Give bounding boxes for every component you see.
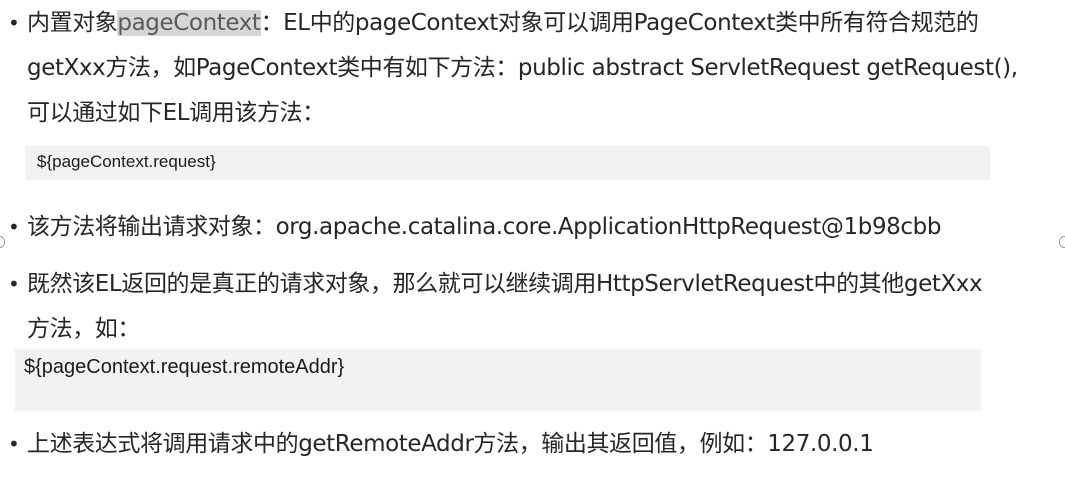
code-text: ${pageContext.request.remoteAddr} (24, 356, 345, 378)
bullet-marker: • (8, 272, 20, 296)
code-block-request: ${pageContext.request} (25, 146, 990, 180)
text-segment: 内置对象 (27, 10, 118, 36)
bullet-text-line-1: 既然该EL返回的是真正的请求对象，那么就可以继续调用HttpServletReq… (27, 271, 983, 297)
bullet-marker: • (8, 215, 20, 239)
code-block-remote-addr: ${pageContext.request.remoteAddr} (15, 349, 981, 411)
highlighted-term: pageContext (117, 10, 261, 36)
bullet-text-line-1: 上述表达式将调用请求中的getRemoteAddr方法，输出其返回值，例如：12… (27, 431, 874, 457)
right-edge-handle[interactable] (1059, 236, 1065, 248)
code-text: ${pageContext.request} (37, 152, 216, 171)
bullet-marker: • (8, 432, 20, 456)
text-segment: ：EL中的pageContext对象可以调用PageContext类中所有符合规… (260, 10, 979, 36)
bullet-text-line-1: 该方法将输出请求对象：org.apache.catalina.core.Appl… (27, 214, 942, 240)
bullet-text-line-2: getXxx方法，如PageContext类中有如下方法：public abst… (27, 55, 1018, 81)
document-page: • 内置对象pageContext：EL中的pageContext对象可以调用P… (0, 0, 1065, 485)
bullet-text-line-3: 可以通过如下EL调用该方法： (27, 100, 325, 126)
bullet-marker: • (8, 11, 20, 35)
bullet-text-line-2: 方法，如： (27, 316, 141, 342)
bullet-text-line-1: 内置对象pageContext：EL中的pageContext对象可以调用Pag… (27, 0, 1059, 47)
left-edge-handle[interactable] (0, 236, 5, 248)
